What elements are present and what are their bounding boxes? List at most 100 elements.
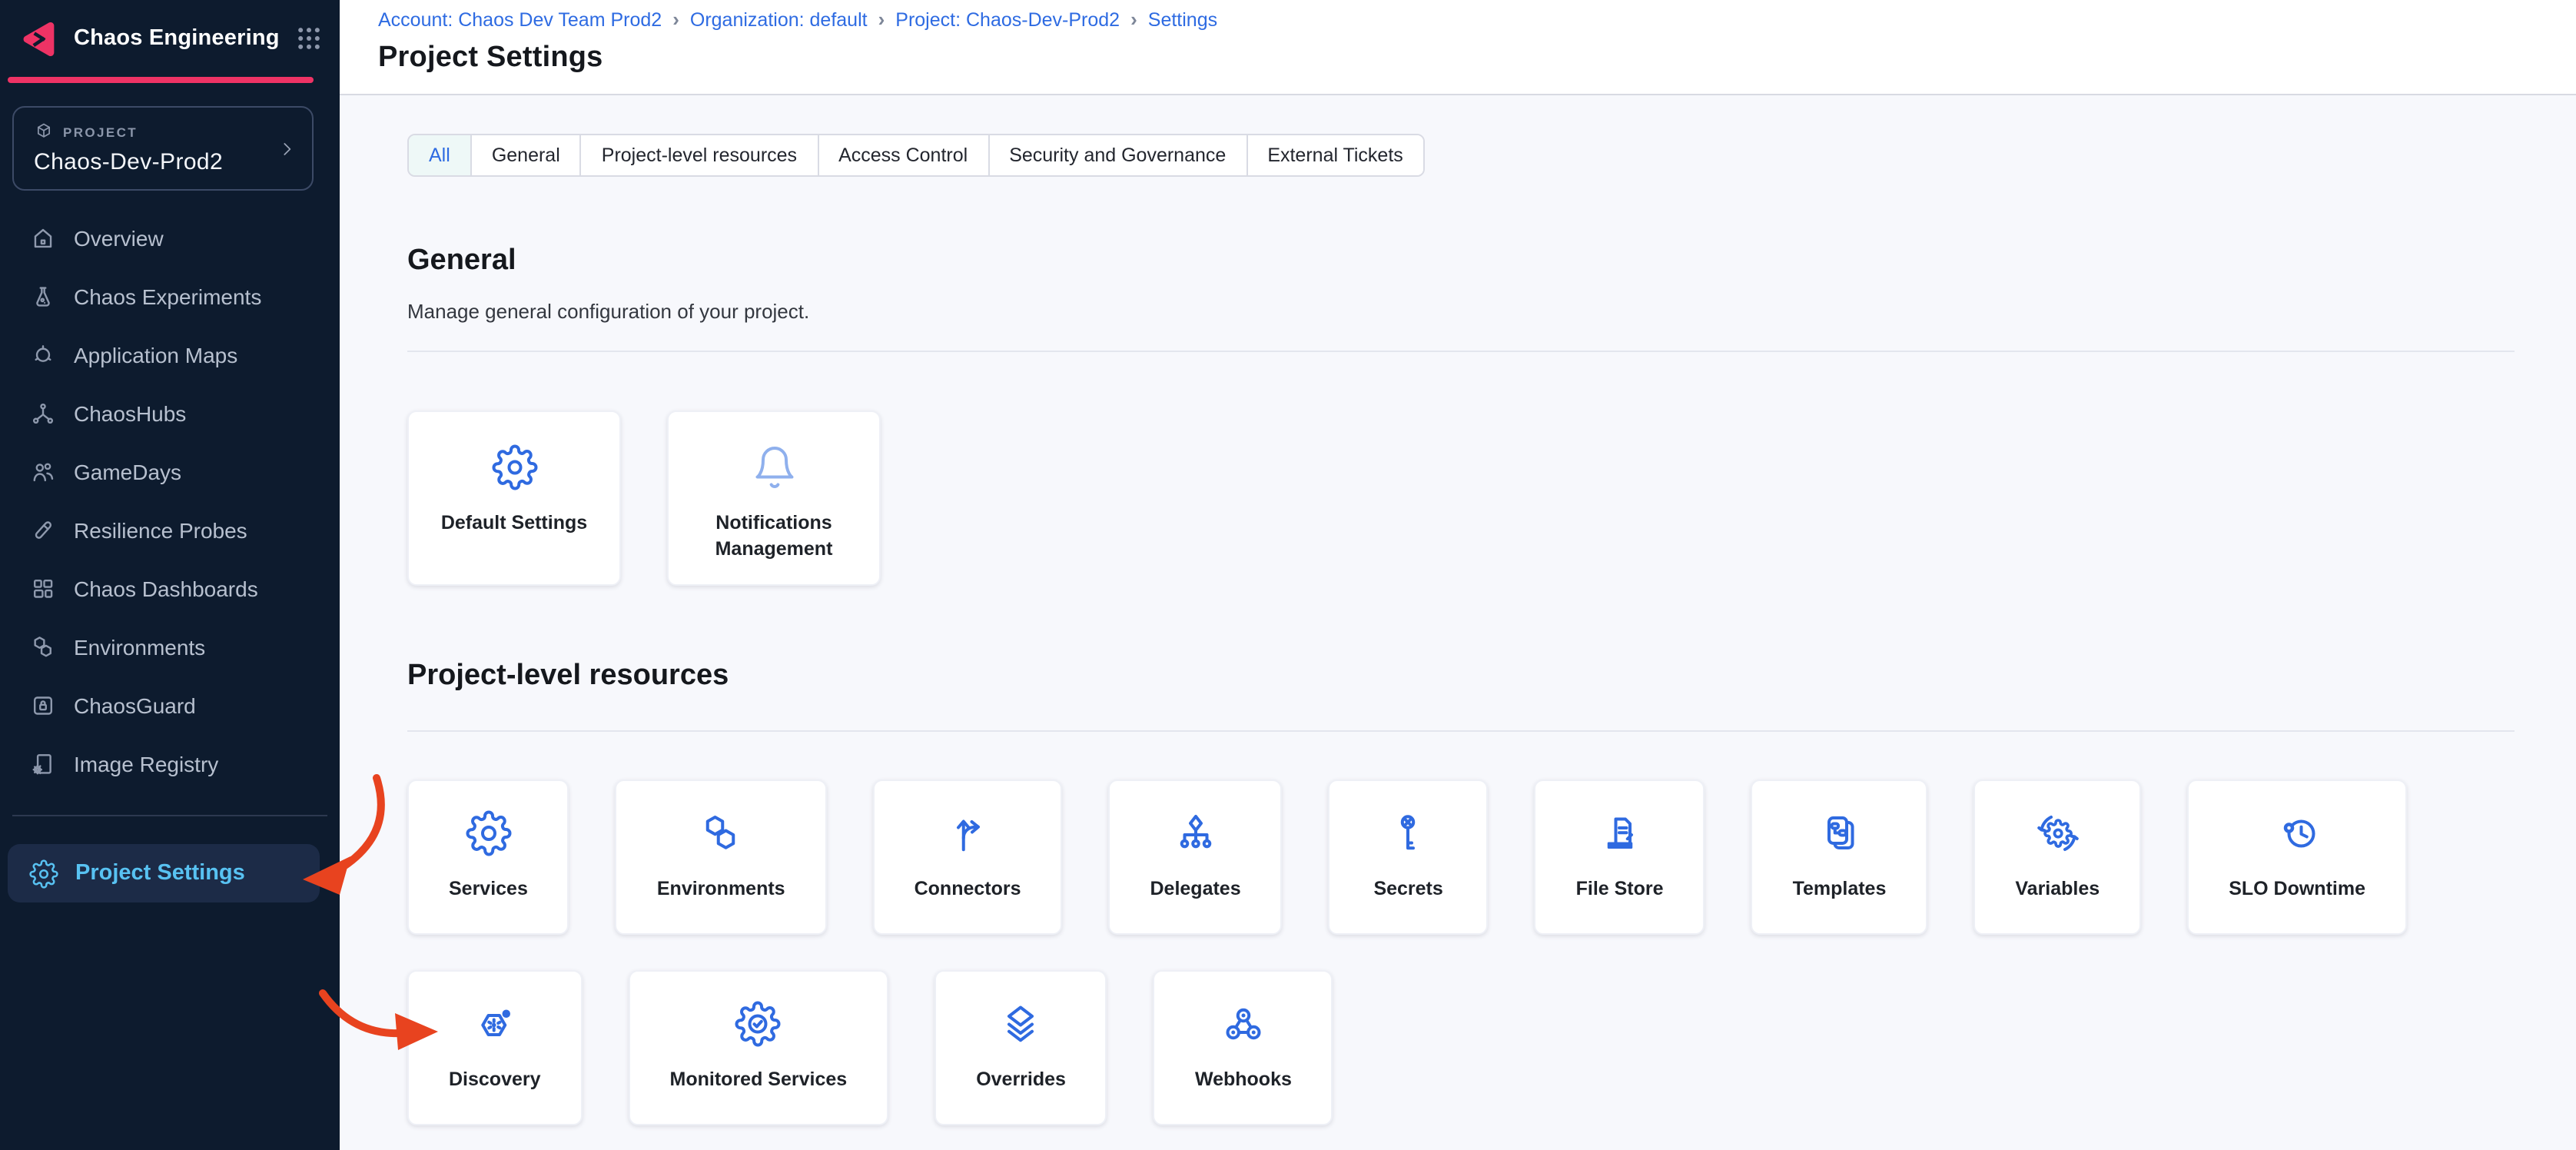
variables-icon (2034, 810, 2080, 856)
tab-project-level-resources[interactable]: Project-level resources (582, 135, 818, 175)
resources-cards-row-1: Services Environments Connectors (407, 779, 2515, 935)
card-label: Delegates (1150, 876, 1241, 902)
gear-icon (491, 444, 537, 490)
layers-icon (998, 1001, 1044, 1047)
dashboard-icon (29, 575, 57, 603)
gear-check-icon (735, 1001, 782, 1047)
breadcrumb-account-link[interactable]: Account: Chaos Dev Team Prod2 (378, 9, 662, 31)
content-area: All General Project-level resources Acce… (340, 95, 2576, 1150)
variables-card[interactable]: Variables (1973, 779, 2141, 935)
project-eyebrow-label: PROJECT (63, 124, 138, 139)
bell-icon (751, 444, 797, 490)
sidebar-item-resilience-probes[interactable]: Resilience Probes (0, 507, 340, 553)
card-label: Variables (2015, 876, 2100, 902)
sidebar-item-label: Project Settings (75, 861, 245, 886)
page-title: Project Settings (378, 42, 2576, 75)
card-label: Connectors (915, 876, 1021, 902)
network-icon (29, 400, 57, 427)
app-title: Chaos Engineering (74, 26, 294, 51)
section-title-resources: Project-level resources (407, 660, 2515, 693)
section-description-general: Manage general configuration of your pro… (407, 300, 2515, 323)
sidebar-item-chaos-experiments[interactable]: Chaos Experiments (0, 274, 340, 320)
test-tube-icon (29, 517, 57, 544)
services-card[interactable]: Services (407, 779, 569, 935)
card-label: File Store (1576, 876, 1664, 902)
card-label: Monitored Services (670, 1067, 848, 1092)
sidebar-item-overview[interactable]: Overview (0, 215, 340, 261)
sidebar: Chaos Engineering (0, 0, 340, 1150)
sidebar-item-project-settings[interactable]: Project Settings (8, 844, 320, 902)
default-settings-card[interactable]: Default Settings (407, 410, 621, 586)
card-label: Notifications Management (669, 510, 879, 561)
discovery-card[interactable]: Discovery (407, 970, 583, 1125)
hexagons-icon (698, 810, 744, 856)
card-label: Environments (657, 876, 785, 902)
app-root: Chaos Engineering (0, 0, 2576, 1150)
hexagons-icon (29, 633, 57, 661)
registry-icon (29, 750, 57, 778)
tab-general[interactable]: General (472, 135, 582, 175)
sidebar-item-application-maps[interactable]: Application Maps (0, 332, 340, 378)
sidebar-menu: Overview Chaos Experiments Application M… (0, 215, 340, 787)
connectors-card[interactable]: Connectors (873, 779, 1063, 935)
webhook-icon (1220, 1001, 1266, 1047)
tab-all[interactable]: All (409, 135, 472, 175)
secrets-card[interactable]: Secrets (1329, 779, 1489, 935)
sidebar-item-gamedays[interactable]: GameDays (0, 449, 340, 495)
cube-icon (34, 121, 54, 141)
breadcrumb-settings-link[interactable]: Settings (1148, 9, 1217, 31)
tab-external-tickets[interactable]: External Tickets (1247, 135, 1422, 175)
filter-tabs: All General Project-level resources Acce… (407, 134, 1425, 177)
brand-accent-underline (8, 77, 314, 83)
branch-arrows-icon (944, 810, 991, 856)
templates-card[interactable]: Templates (1751, 779, 1928, 935)
environments-card[interactable]: Environments (616, 779, 827, 935)
delegates-card[interactable]: Delegates (1109, 779, 1283, 935)
people-icon (29, 458, 57, 486)
webhooks-card[interactable]: Webhooks (1154, 970, 1333, 1125)
brand-row: Chaos Engineering (0, 0, 340, 77)
gear-icon (29, 859, 58, 888)
resources-cards-row-2: Discovery Monitored Services Overrides (407, 970, 2515, 1125)
app-switcher-grid-icon[interactable] (294, 23, 324, 54)
lock-icon (29, 692, 57, 720)
chevron-right-icon (277, 138, 297, 158)
card-label: Default Settings (420, 510, 609, 536)
chevron-separator-icon: › (878, 7, 885, 30)
project-selector[interactable]: PROJECT Chaos-Dev-Prod2 (12, 106, 314, 191)
breadcrumb-organization-link[interactable]: Organization: default (690, 9, 868, 31)
monitored-services-card[interactable]: Monitored Services (629, 970, 889, 1125)
section-divider (407, 730, 2515, 732)
org-chart-icon (1173, 810, 1219, 856)
tab-security-and-governance[interactable]: Security and Governance (989, 135, 1247, 175)
section-divider (407, 351, 2515, 352)
card-label: Overrides (976, 1067, 1066, 1092)
notifications-management-card[interactable]: Notifications Management (667, 410, 881, 586)
sidebar-item-chaos-dashboards[interactable]: Chaos Dashboards (0, 566, 340, 612)
breadcrumb-project-link[interactable]: Project: Chaos-Dev-Prod2 (895, 9, 1120, 31)
tab-access-control[interactable]: Access Control (818, 135, 989, 175)
discovery-hexagon-icon (472, 1001, 518, 1047)
slo-clock-icon (2274, 810, 2320, 856)
sidebar-item-environments[interactable]: Environments (0, 624, 340, 670)
file-store-icon (1597, 810, 1643, 856)
home-icon (29, 224, 57, 252)
file-store-card[interactable]: File Store (1535, 779, 1705, 935)
sidebar-item-chaosguard[interactable]: ChaosGuard (0, 683, 340, 729)
main-area: Account: Chaos Dev Team Prod2 › Organiza… (340, 0, 2576, 1150)
card-label: Discovery (449, 1067, 541, 1092)
slo-downtime-card[interactable]: SLO Downtime (2187, 779, 2407, 935)
key-icon (1386, 810, 1432, 856)
sidebar-divider (12, 815, 327, 816)
chevron-separator-icon: › (672, 7, 679, 30)
section-title-general: General (407, 244, 2515, 278)
sidebar-item-image-registry[interactable]: Image Registry (0, 741, 340, 787)
templates-icon (1816, 810, 1862, 856)
harness-chaos-logo-icon (18, 18, 60, 59)
project-name: Chaos-Dev-Prod2 (34, 149, 297, 175)
flask-icon (29, 283, 57, 311)
card-label: Secrets (1373, 876, 1442, 902)
sidebar-item-chaoshubs[interactable]: ChaosHubs (0, 391, 340, 437)
overrides-card[interactable]: Overrides (934, 970, 1107, 1125)
top-header: Account: Chaos Dev Team Prod2 › Organiza… (340, 0, 2576, 95)
